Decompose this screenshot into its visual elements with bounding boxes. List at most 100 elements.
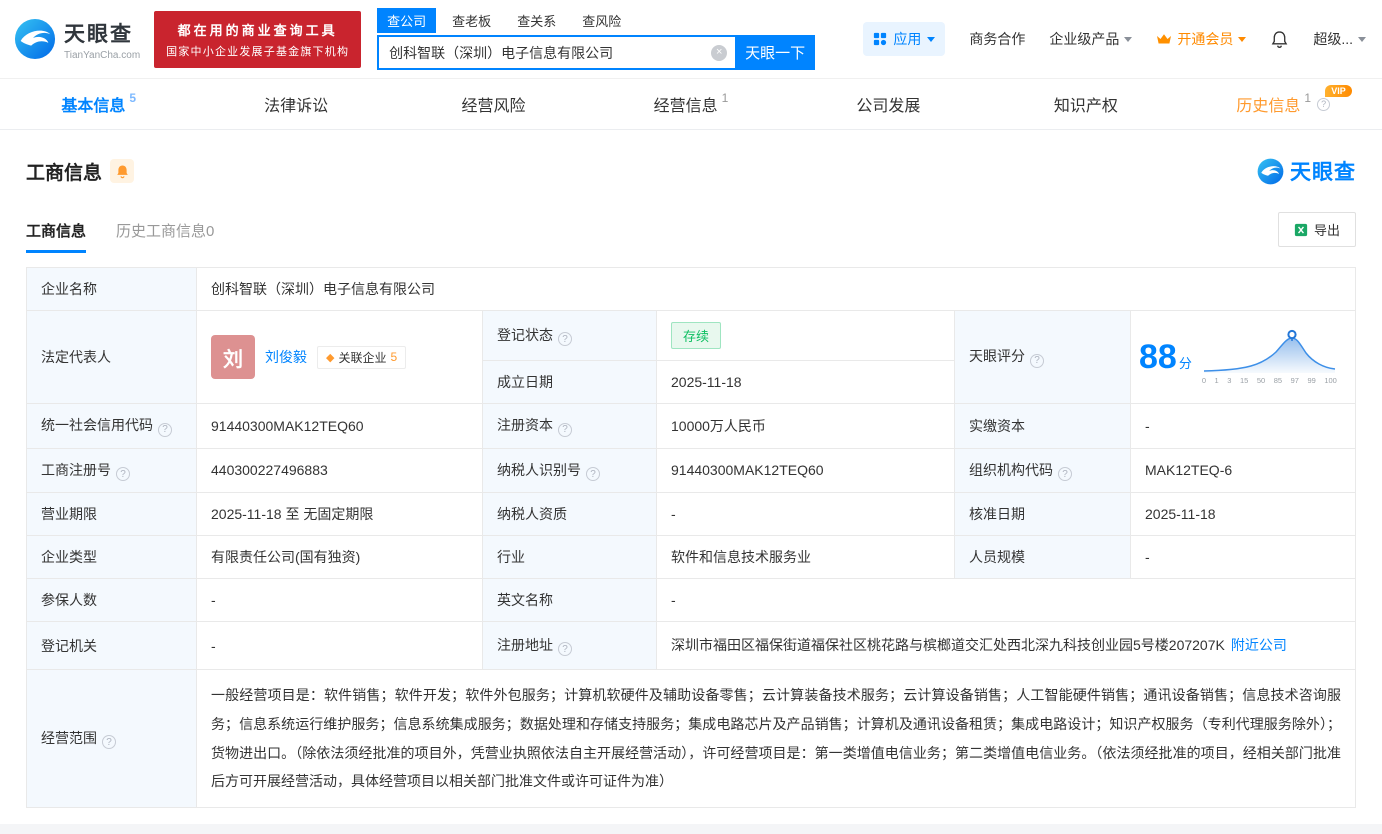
legal-representative-link[interactable]: 刘俊毅 [265,347,307,367]
help-icon[interactable]: ? [116,467,130,481]
open-vip-label: 开通会员 [1177,31,1234,47]
tab-intellectual-property[interactable]: 知识产权 [987,79,1184,129]
chevron-down-icon [927,37,936,46]
value-business-term: 2025-11-18 至 无固定期限 [196,492,483,536]
table-row: 参保人数 - 英文名称 - [26,578,1356,622]
value-company-type: 有限责任公司(国有独资) [196,535,483,579]
help-icon[interactable]: ? [558,332,572,347]
label-registration-authority: 登记机关 [26,620,197,671]
value-insured-count: - [196,578,483,622]
excel-icon [1294,223,1308,236]
tab-legal-litigation[interactable]: 法律诉讼 [197,79,394,129]
value-registered-capital: 10000万人民币 [656,403,955,449]
apps-menu-button[interactable]: 应用 [863,22,946,56]
value-tianyan-score: 88 分 0 1 3 15 50 85 97 99 100 [1130,310,1356,404]
apps-menu-label: 应用 [893,31,922,47]
help-icon[interactable]: ? [1317,97,1331,111]
table-row: 营业期限 2025-11-18 至 无固定期限 纳税人资质 - 核准日期 202… [26,492,1356,536]
value-establish-date: 2025-11-18 [656,360,955,404]
label-paid-capital: 实缴资本 [954,403,1131,449]
help-icon[interactable]: ? [558,422,572,437]
export-button[interactable]: 导出 [1277,212,1356,247]
table-row: 法定代表人 刘 刘俊毅 ◆ 关联企业 5 登记状态? 存续 天眼评分 ? 88 … [26,310,1356,404]
promo-banner-line1: 都在用的商业查询工具 [177,22,338,38]
related-tag-count: 5 [390,350,398,364]
menu-item-open-vip[interactable]: 开通会员 [1156,29,1247,49]
subtab-business-registration[interactable]: 工商信息 [26,220,87,253]
score-axis: 0 1 3 15 50 85 97 99 100 [1201,376,1337,385]
help-icon[interactable]: ? [158,422,172,437]
label-company-name: 企业名称 [26,267,197,311]
tab-business-info[interactable]: 经营信息 1 [592,79,789,129]
crown-icon [1157,34,1172,44]
enterprise-label: 企业级产品 [1049,31,1120,47]
tab-history-info[interactable]: VIP 历史信息 1 ? [1185,79,1382,129]
related-companies-tag[interactable]: ◆ 关联企业 5 [317,345,407,369]
tab-label: 经营信息 [653,98,718,115]
subtab-history-registration[interactable]: 历史工商信息0 [116,220,214,253]
search-tab-boss[interactable]: 查老板 [442,8,501,33]
logo-text: 天眼查 TianYanCha.com [64,18,140,61]
tianyancha-logo[interactable]: 天眼查 TianYanCha.com [14,18,140,61]
help-icon[interactable]: ? [586,467,600,481]
subscribe-bell-icon[interactable] [110,159,135,183]
search-box: × 天眼一下 [377,35,816,70]
help-icon[interactable]: ? [102,735,116,750]
logo-title: 天眼查 [64,22,133,46]
avatar[interactable]: 刘 [211,335,255,379]
super-vip-label: 超级... [1313,31,1353,47]
section-title: 工商信息 [26,162,103,184]
tab-basic-info[interactable]: 基本信息 5 [0,79,197,129]
label-legal-representative: 法定代表人 [26,310,197,404]
label-approval-date: 核准日期 [954,492,1131,536]
tab-company-development[interactable]: 公司发展 [790,79,987,129]
business-info-table: 企业名称 创科智联（深圳）电子信息有限公司 法定代表人 刘 刘俊毅 ◆ 关联企业… [26,267,1356,808]
promo-banner-line2: 国家中小企业发展子基金旗下机构 [166,45,350,58]
clear-search-icon[interactable]: × [711,44,728,61]
promo-banner: 都在用的商业查询工具 国家中小企业发展子基金旗下机构 [154,10,362,68]
tianyancha-watermark: 天眼查 [1257,156,1356,186]
search-tab-relation[interactable]: 查关系 [507,8,566,33]
search-tabs: 查公司 查老板 查关系 查风险 [377,8,815,33]
sub-tabs: 工商信息 历史工商信息0 导出 [26,212,1356,253]
status-badge: 存续 [671,322,722,349]
table-row: 工商注册号? 440300227496883 纳税人识别号? 91440300M… [26,447,1356,493]
search-button[interactable]: 天眼一下 [735,35,816,70]
search-tab-risk[interactable]: 查风险 [572,8,631,33]
menu-item-super-vip[interactable]: 超级... [1313,29,1366,49]
score-number[interactable]: 88 分 [1139,338,1192,377]
tab-label: 基本信息 [61,98,126,115]
nearby-companies-link[interactable]: 附近公司 [1231,637,1287,653]
help-icon[interactable]: ? [1058,467,1072,481]
related-tag-label: 关联企业 [338,350,387,365]
menu-item-cooperation[interactable]: 商务合作 [969,29,1025,49]
cooperation-label: 商务合作 [969,31,1026,47]
value-staff-size: - [1130,535,1356,579]
table-row: 登记机关 - 注册地址? 深圳市福田区福保街道福保社区桃花路与槟榔道交汇处西北深… [26,620,1356,671]
company-nav-tabs: 基本信息 5 法律诉讼 经营风险 经营信息 1 公司发展 知识产权 VIP 历史… [0,79,1382,130]
value-organization-code: MAK12TEQ-6 [1130,447,1356,493]
search-area: 查公司 查老板 查关系 查风险 × 天眼一下 [377,8,816,70]
tab-count: 5 [129,91,137,105]
value-company-name: 创科智联（深圳）电子信息有限公司 [196,267,1356,311]
search-tab-company[interactable]: 查公司 [377,8,437,33]
value-industry: 软件和信息技术服务业 [656,535,955,579]
apps-grid-icon [874,32,887,46]
value-taxpayer-id: 91440300MAK12TEQ60 [656,447,955,493]
tab-operating-risk[interactable]: 经营风险 [395,79,592,129]
help-icon[interactable]: ? [1030,353,1044,368]
tianyancha-logo-icon [14,18,56,60]
table-row: 企业类型 有限责任公司(国有独资) 行业 软件和信息技术服务业 人员规模 - [26,535,1356,579]
search-input[interactable] [389,44,712,61]
tab-label: 知识产权 [1053,98,1118,115]
label-business-term: 营业期限 [26,492,197,536]
chevron-down-icon [1238,37,1247,46]
help-icon[interactable]: ? [558,642,572,657]
watermark-text: 天眼查 [1290,161,1356,184]
main-content: 工商信息 天眼查 工商信息 历史工商信息0 导出 企业名称 创科智联（深圳）电子… [0,130,1382,808]
tab-label: 公司发展 [856,98,921,115]
tianyancha-logo-icon [1257,158,1284,184]
logo-domain: TianYanCha.com [64,49,141,61]
menu-item-enterprise[interactable]: 企业级产品 [1049,29,1133,49]
notification-bell-icon[interactable] [1270,30,1289,49]
